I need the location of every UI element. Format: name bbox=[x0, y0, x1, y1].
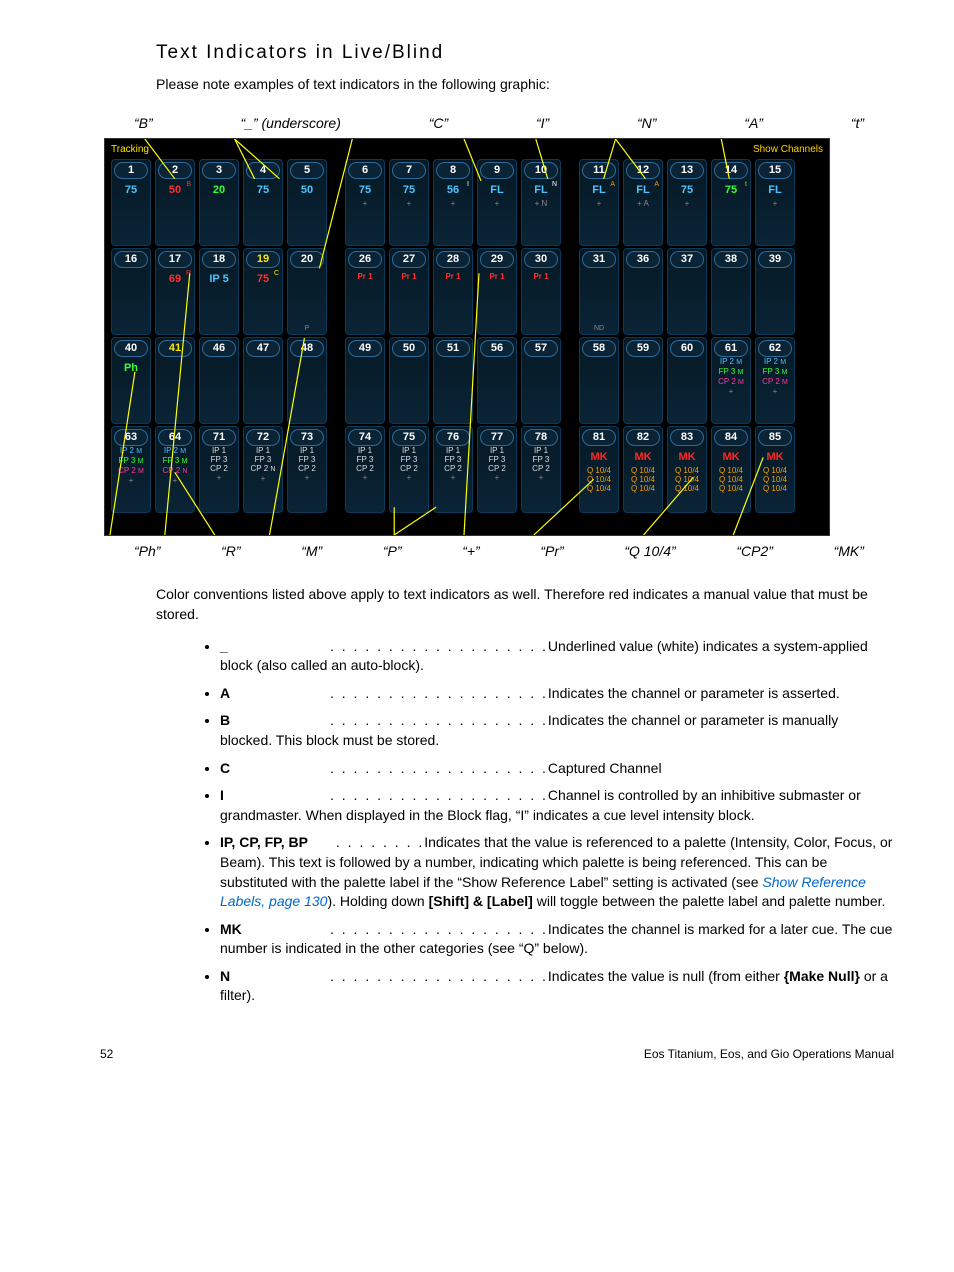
channel-cell: 27Pr 1 bbox=[389, 248, 429, 335]
section-heading: Text Indicators in Live/Blind bbox=[156, 40, 894, 67]
callout-label: “t” bbox=[851, 114, 864, 134]
channel-cell: 46 bbox=[199, 337, 239, 424]
callout-label: “Pr” bbox=[540, 542, 563, 562]
channel-cell: 775+ bbox=[389, 159, 429, 246]
callout-label: “C” bbox=[429, 114, 448, 134]
channel-cell: 475 bbox=[243, 159, 283, 246]
callout-label: “_” (underscore) bbox=[241, 114, 341, 134]
channel-cell: 31ND bbox=[579, 248, 619, 335]
definition-item: I. . . . . . . . . . . . . . . . . . .Ch… bbox=[220, 786, 894, 825]
intro-paragraph: Please note examples of text indicators … bbox=[156, 75, 894, 95]
channel-cell: 1375+ bbox=[667, 159, 707, 246]
show-channels-label: Show Channels bbox=[753, 143, 823, 157]
channel-cell: 550 bbox=[287, 159, 327, 246]
channel-cell: 64IP 2 MFP 3 MCP 2 N+ bbox=[155, 426, 195, 513]
channel-cell: 320 bbox=[199, 159, 239, 246]
channel-cell: 82MKQ 10/4Q 10/4Q 10/4 bbox=[623, 426, 663, 513]
definition-item: MK. . . . . . . . . . . . . . . . . . .I… bbox=[220, 920, 894, 959]
channel-cell: 175 bbox=[111, 159, 151, 246]
channel-grid: 175250B320475550 675+775+856I+9FL+10FLN+ … bbox=[111, 159, 823, 513]
channel-cell: 1769R bbox=[155, 248, 195, 335]
channel-cell: 84MKQ 10/4Q 10/4Q 10/4 bbox=[711, 426, 751, 513]
channel-cell: 250B bbox=[155, 159, 195, 246]
callout-label: “N” bbox=[637, 114, 656, 134]
channel-cell: 9FL+ bbox=[477, 159, 517, 246]
page-number: 52 bbox=[100, 1046, 113, 1063]
channel-cell: 36 bbox=[623, 248, 663, 335]
channel-cell: 73IP 1FP 3CP 2+ bbox=[287, 426, 327, 513]
channel-cell: 15FL+ bbox=[755, 159, 795, 246]
channel-cell: 74IP 1FP 3CP 2+ bbox=[345, 426, 385, 513]
channel-cell: 77IP 1FP 3CP 2+ bbox=[477, 426, 517, 513]
channel-cell: 56 bbox=[477, 337, 517, 424]
channel-panel: Tracking Show Channels 175250B320475550 6… bbox=[104, 138, 830, 536]
channel-cell: 49 bbox=[345, 337, 385, 424]
channel-cell: 675+ bbox=[345, 159, 385, 246]
channel-cell: 81MKQ 10/4Q 10/4Q 10/4 bbox=[579, 426, 619, 513]
channel-cell: 47 bbox=[243, 337, 283, 424]
channel-cell: 72IP 1FP 3CP 2 N+ bbox=[243, 426, 283, 513]
channel-cell: 78IP 1FP 3CP 2+ bbox=[521, 426, 561, 513]
channel-cell: 39 bbox=[755, 248, 795, 335]
callouts-bottom: “Ph” “R” “M” “P” “+” “Pr” “Q 10/4” “CP2” “MK” bbox=[104, 536, 894, 566]
definition-item: C. . . . . . . . . . . . . . . . . . .Ca… bbox=[220, 759, 894, 779]
channel-cell: 83MKQ 10/4Q 10/4Q 10/4 bbox=[667, 426, 707, 513]
channel-cell: 37 bbox=[667, 248, 707, 335]
callout-label: “MK” bbox=[834, 542, 864, 562]
definition-item: B. . . . . . . . . . . . . . . . . . .In… bbox=[220, 711, 894, 750]
callout-label: “P” bbox=[383, 542, 402, 562]
body-paragraph: Color conventions listed above apply to … bbox=[156, 585, 894, 624]
channel-cell: 62IP 2 MFP 3 MCP 2 M+ bbox=[755, 337, 795, 424]
definition-item: A. . . . . . . . . . . . . . . . . . .In… bbox=[220, 684, 894, 704]
callout-label: “CP2” bbox=[736, 542, 773, 562]
channel-cell: 40Ph bbox=[111, 337, 151, 424]
definitions-list: _. . . . . . . . . . . . . . . . . . .Un… bbox=[220, 637, 894, 1007]
channel-cell: 63IP 2 MFP 3 MCP 2 M+ bbox=[111, 426, 151, 513]
channel-cell: 61IP 2 MFP 3 MCP 2 M+ bbox=[711, 337, 751, 424]
callout-label: “Ph” bbox=[134, 542, 160, 562]
channel-cell: 856I+ bbox=[433, 159, 473, 246]
channel-cell: 48 bbox=[287, 337, 327, 424]
channel-cell: 18IP 5 bbox=[199, 248, 239, 335]
callouts-top: “B” “_” (underscore) “C” “I” “N” “A” “t” bbox=[104, 114, 894, 138]
definition-item: IP, CP, FP, BP . . . . . . . .Indicates … bbox=[220, 833, 894, 911]
callout-label: “Q 10/4” bbox=[624, 542, 675, 562]
channel-cell: 57 bbox=[521, 337, 561, 424]
channel-cell: 11FLA+ bbox=[579, 159, 619, 246]
definition-item: N. . . . . . . . . . . . . . . . . . .In… bbox=[220, 967, 894, 1006]
page-footer: 52 Eos Titanium, Eos, and Gio Operations… bbox=[100, 1046, 894, 1063]
channel-cell: 58 bbox=[579, 337, 619, 424]
channel-cell: 60 bbox=[667, 337, 707, 424]
channel-cell: 41 bbox=[155, 337, 195, 424]
channel-cell: 1475t bbox=[711, 159, 751, 246]
channel-cell: 30Pr 1 bbox=[521, 248, 561, 335]
channel-cell: 29Pr 1 bbox=[477, 248, 517, 335]
callout-label: “M” bbox=[301, 542, 322, 562]
figure-container: “B” “_” (underscore) “C” “I” “N” “A” “t” Track… bbox=[104, 114, 894, 565]
channel-cell: 76IP 1FP 3CP 2+ bbox=[433, 426, 473, 513]
channel-cell: 20P bbox=[287, 248, 327, 335]
channel-cell: 71IP 1FP 3CP 2+ bbox=[199, 426, 239, 513]
channel-cell: 59 bbox=[623, 337, 663, 424]
channel-cell: 85MKQ 10/4Q 10/4Q 10/4 bbox=[755, 426, 795, 513]
channel-cell: 1975C bbox=[243, 248, 283, 335]
channel-cell: 50 bbox=[389, 337, 429, 424]
channel-cell: 51 bbox=[433, 337, 473, 424]
tracking-label: Tracking bbox=[111, 143, 149, 157]
channel-cell: 75IP 1FP 3CP 2+ bbox=[389, 426, 429, 513]
channel-cell: 16 bbox=[111, 248, 151, 335]
callout-label: “A” bbox=[744, 114, 763, 134]
channel-cell: 10FLN+ N bbox=[521, 159, 561, 246]
channel-cell: 26Pr 1 bbox=[345, 248, 385, 335]
doc-title: Eos Titanium, Eos, and Gio Operations Ma… bbox=[644, 1046, 894, 1063]
callout-label: “B” bbox=[134, 114, 153, 134]
definition-item: _. . . . . . . . . . . . . . . . . . .Un… bbox=[220, 637, 894, 676]
callout-label: “+” bbox=[462, 542, 480, 562]
channel-cell: 38 bbox=[711, 248, 751, 335]
callout-label: “R” bbox=[221, 542, 240, 562]
channel-cell: 28Pr 1 bbox=[433, 248, 473, 335]
callout-label: “I” bbox=[536, 114, 549, 134]
channel-cell: 12FLA+ A bbox=[623, 159, 663, 246]
